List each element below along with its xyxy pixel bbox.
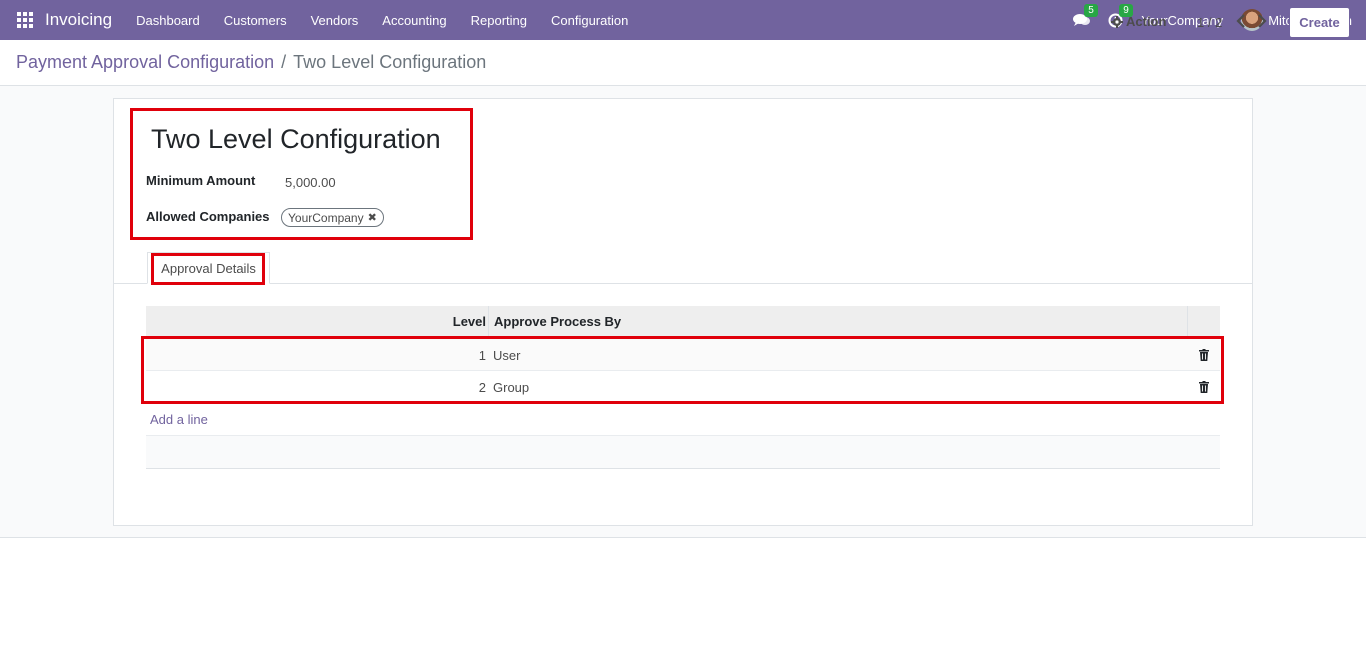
breadcrumb-current: Two Level Configuration [293,52,487,72]
table-footer [146,436,1220,469]
add-line-link[interactable]: Add a line [150,412,208,427]
menu-vendors[interactable]: Vendors [311,13,359,28]
breadcrumb-parent[interactable]: Payment Approval Configuration [16,52,274,73]
tab-approval-details[interactable]: Approval Details [147,252,270,284]
messages-button[interactable]: 5 [1073,4,1098,27]
breadcrumb-separator: / [281,52,287,72]
column-level[interactable]: Level [453,314,486,329]
column-divider [1187,306,1188,337]
approve-process-cell: Group [493,380,530,395]
allowed-companies-label: Allowed Companies [146,209,270,224]
create-button[interactable]: Create [1289,7,1350,38]
menu-reporting[interactable]: Reporting [471,13,527,28]
gear-icon [1111,15,1123,28]
trash-icon[interactable] [1199,381,1209,393]
company-tag[interactable]: YourCompany ✖ [281,208,384,227]
min-amount-label: Minimum Amount [146,173,256,188]
table-row[interactable]: 1 User [146,339,1220,371]
table-row[interactable]: 2 Group [146,371,1220,403]
menu-customers[interactable]: Customers [224,13,287,28]
min-amount-value[interactable]: 5,000.00 [285,175,336,190]
remove-tag-icon[interactable]: ✖ [368,211,377,224]
control-panel: Payment Approval Configuration / Two Lev… [0,40,1366,86]
action-label: Action [1126,14,1167,29]
trash-icon[interactable] [1199,349,1209,361]
level-cell: 1 [478,348,486,363]
apps-menu-icon[interactable] [17,12,33,28]
chevron-left-icon[interactable] [1235,13,1247,29]
pager-value[interactable]: 1 / 2 [1197,15,1222,30]
record-title[interactable]: Two Level Configuration [151,124,441,155]
column-approve-process-by[interactable]: Approve Process By [494,314,621,329]
column-divider [488,306,489,337]
breadcrumb: Payment Approval Configuration / Two Lev… [16,52,486,73]
menu-configuration[interactable]: Configuration [551,13,628,28]
table-header: Level Approve Process By [146,306,1220,337]
level-cell: 2 [478,380,486,395]
company-tag-label: YourCompany [288,210,364,225]
menu-dashboard[interactable]: Dashboard [136,13,200,28]
messages-badge: 5 [1084,4,1098,17]
app-name[interactable]: Invoicing [45,10,112,30]
menu-accounting[interactable]: Accounting [382,13,446,28]
action-button[interactable]: Action [1111,14,1166,29]
approve-process-cell: User [493,348,521,363]
chevron-right-icon[interactable] [1256,13,1268,29]
tabs-divider [114,283,1252,284]
